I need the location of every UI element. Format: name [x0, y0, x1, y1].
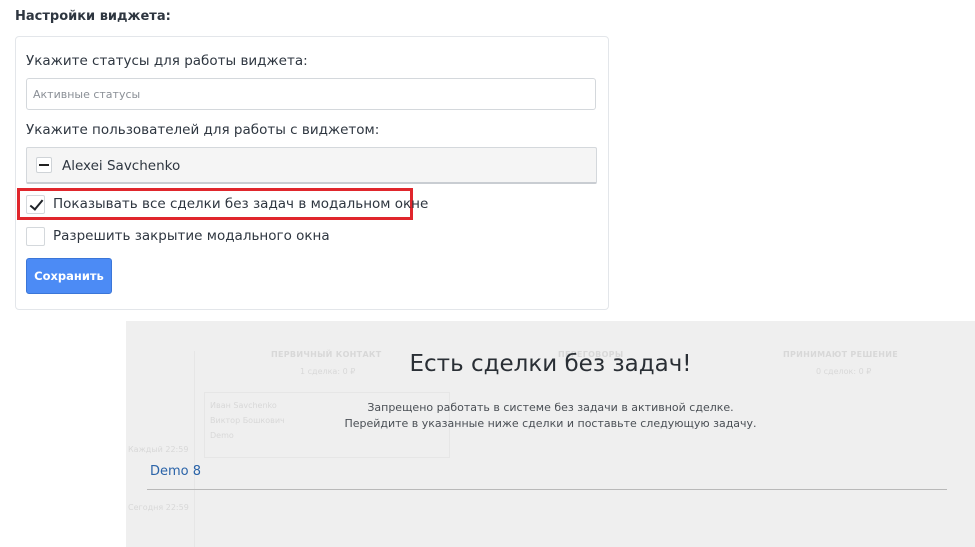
modal-title: Есть сделки без задач!	[409, 351, 692, 377]
modal-message-line: Перейдите в указанные ниже сделки и пост…	[344, 417, 757, 430]
show-all-deals-label: Показывать все сделки без задач в модаль…	[53, 196, 429, 212]
save-button[interactable]: Сохранить	[26, 258, 112, 294]
modal-divider	[147, 489, 947, 490]
deal-link[interactable]: Demo 8	[150, 464, 201, 479]
user-name: Alexei Savchenko	[62, 158, 181, 174]
allow-close-label: Разрешить закрытие модального окна	[53, 228, 330, 244]
statuses-label: Укажите статусы для работы виджета:	[26, 53, 308, 69]
remove-user-icon[interactable]	[36, 157, 52, 173]
allow-close-checkbox[interactable]	[26, 227, 45, 246]
modal-overlay: ПЕРВИЧНЫЙ КОНТАКТ 1 сделка: 0 ₽ ПЕРЕГОВО…	[126, 321, 975, 547]
modal-message: Запрещено работать в системе без задачи …	[126, 400, 975, 432]
bg-time-label: Каждый 22:59	[128, 445, 189, 454]
modal-message-line: Запрещено работать в системе без задачи …	[367, 401, 734, 414]
widget-settings-title: Настройки виджета:	[15, 9, 171, 24]
bg-card-line: Demo	[210, 431, 234, 440]
bg-time-label: Сегодня 22:59	[128, 503, 189, 512]
user-list-item[interactable]: Alexei Savchenko	[26, 147, 597, 184]
bg-divider	[194, 351, 195, 547]
checkmark-icon	[29, 196, 44, 211]
users-label: Укажите пользователей для работы с видже…	[26, 122, 380, 138]
statuses-input[interactable]	[26, 78, 596, 110]
show-all-deals-checkbox[interactable]	[26, 195, 45, 214]
